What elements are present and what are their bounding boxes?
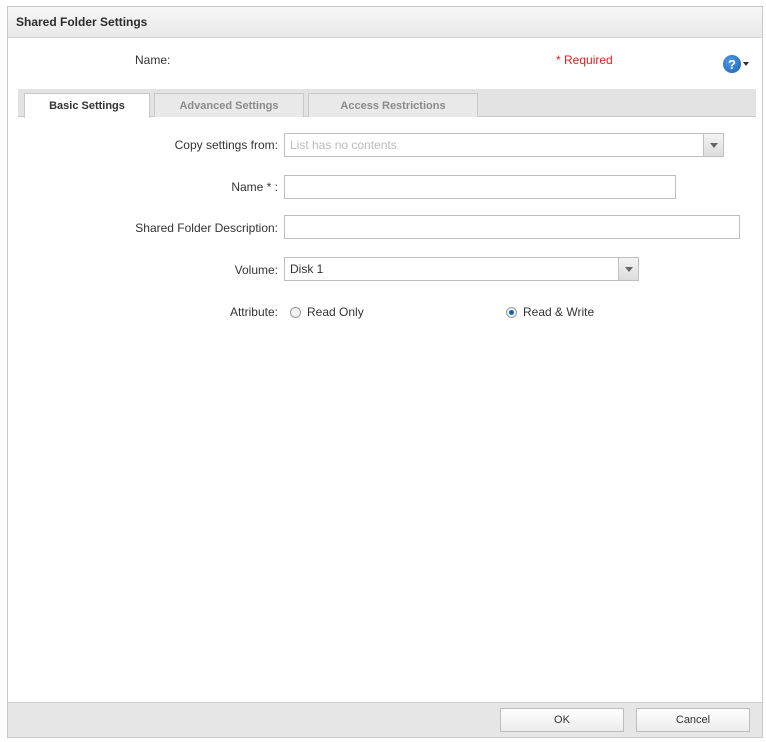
radio-read-write[interactable]: Read & Write <box>506 305 594 319</box>
volume-dropdown-icon[interactable] <box>618 258 638 280</box>
volume-select[interactable]: Disk 1 <box>284 257 639 281</box>
radio-read-only-label: Read Only <box>307 305 364 319</box>
copy-settings-dropdown-icon[interactable] <box>703 134 723 156</box>
radio-read-write-label: Read & Write <box>523 305 595 319</box>
tab-basic-settings[interactable]: Basic Settings <box>24 93 150 118</box>
name-field-label: Name * : <box>231 180 278 194</box>
help-button[interactable]: ? <box>723 52 759 76</box>
shared-folder-settings-dialog: Shared Folder Settings Name: * Required … <box>7 6 763 738</box>
tab-access-restrictions[interactable]: Access Restrictions <box>308 93 478 117</box>
help-icon: ? <box>723 55 741 73</box>
required-note: * Required <box>556 53 613 67</box>
radio-read-write-button[interactable] <box>506 306 517 318</box>
name-input[interactable] <box>284 175 676 199</box>
description-input[interactable] <box>284 215 740 239</box>
attribute-label: Attribute: <box>229 305 278 319</box>
copy-settings-combo[interactable] <box>284 133 724 157</box>
dialog-footer: OK Cancel <box>8 702 762 737</box>
radio-read-only[interactable]: Read Only <box>290 305 364 319</box>
tab-bar: Basic Settings Advanced Settings Access … <box>18 89 756 118</box>
copy-settings-label: Copy settings from: <box>174 138 278 152</box>
volume-value: Disk 1 <box>290 262 324 276</box>
dialog-title: Shared Folder Settings <box>16 15 148 29</box>
chevron-down-icon <box>743 62 749 66</box>
cancel-button[interactable]: Cancel <box>636 708 750 732</box>
ok-button[interactable]: OK <box>500 708 624 732</box>
radio-read-only-button[interactable] <box>290 306 301 318</box>
name-header-label: Name: <box>135 53 171 67</box>
tab-advanced-settings[interactable]: Advanced Settings <box>154 93 304 117</box>
description-label: Shared Folder Description: <box>135 221 278 235</box>
volume-label: Volume: <box>234 263 278 277</box>
dialog-titlebar: Shared Folder Settings <box>8 7 762 38</box>
